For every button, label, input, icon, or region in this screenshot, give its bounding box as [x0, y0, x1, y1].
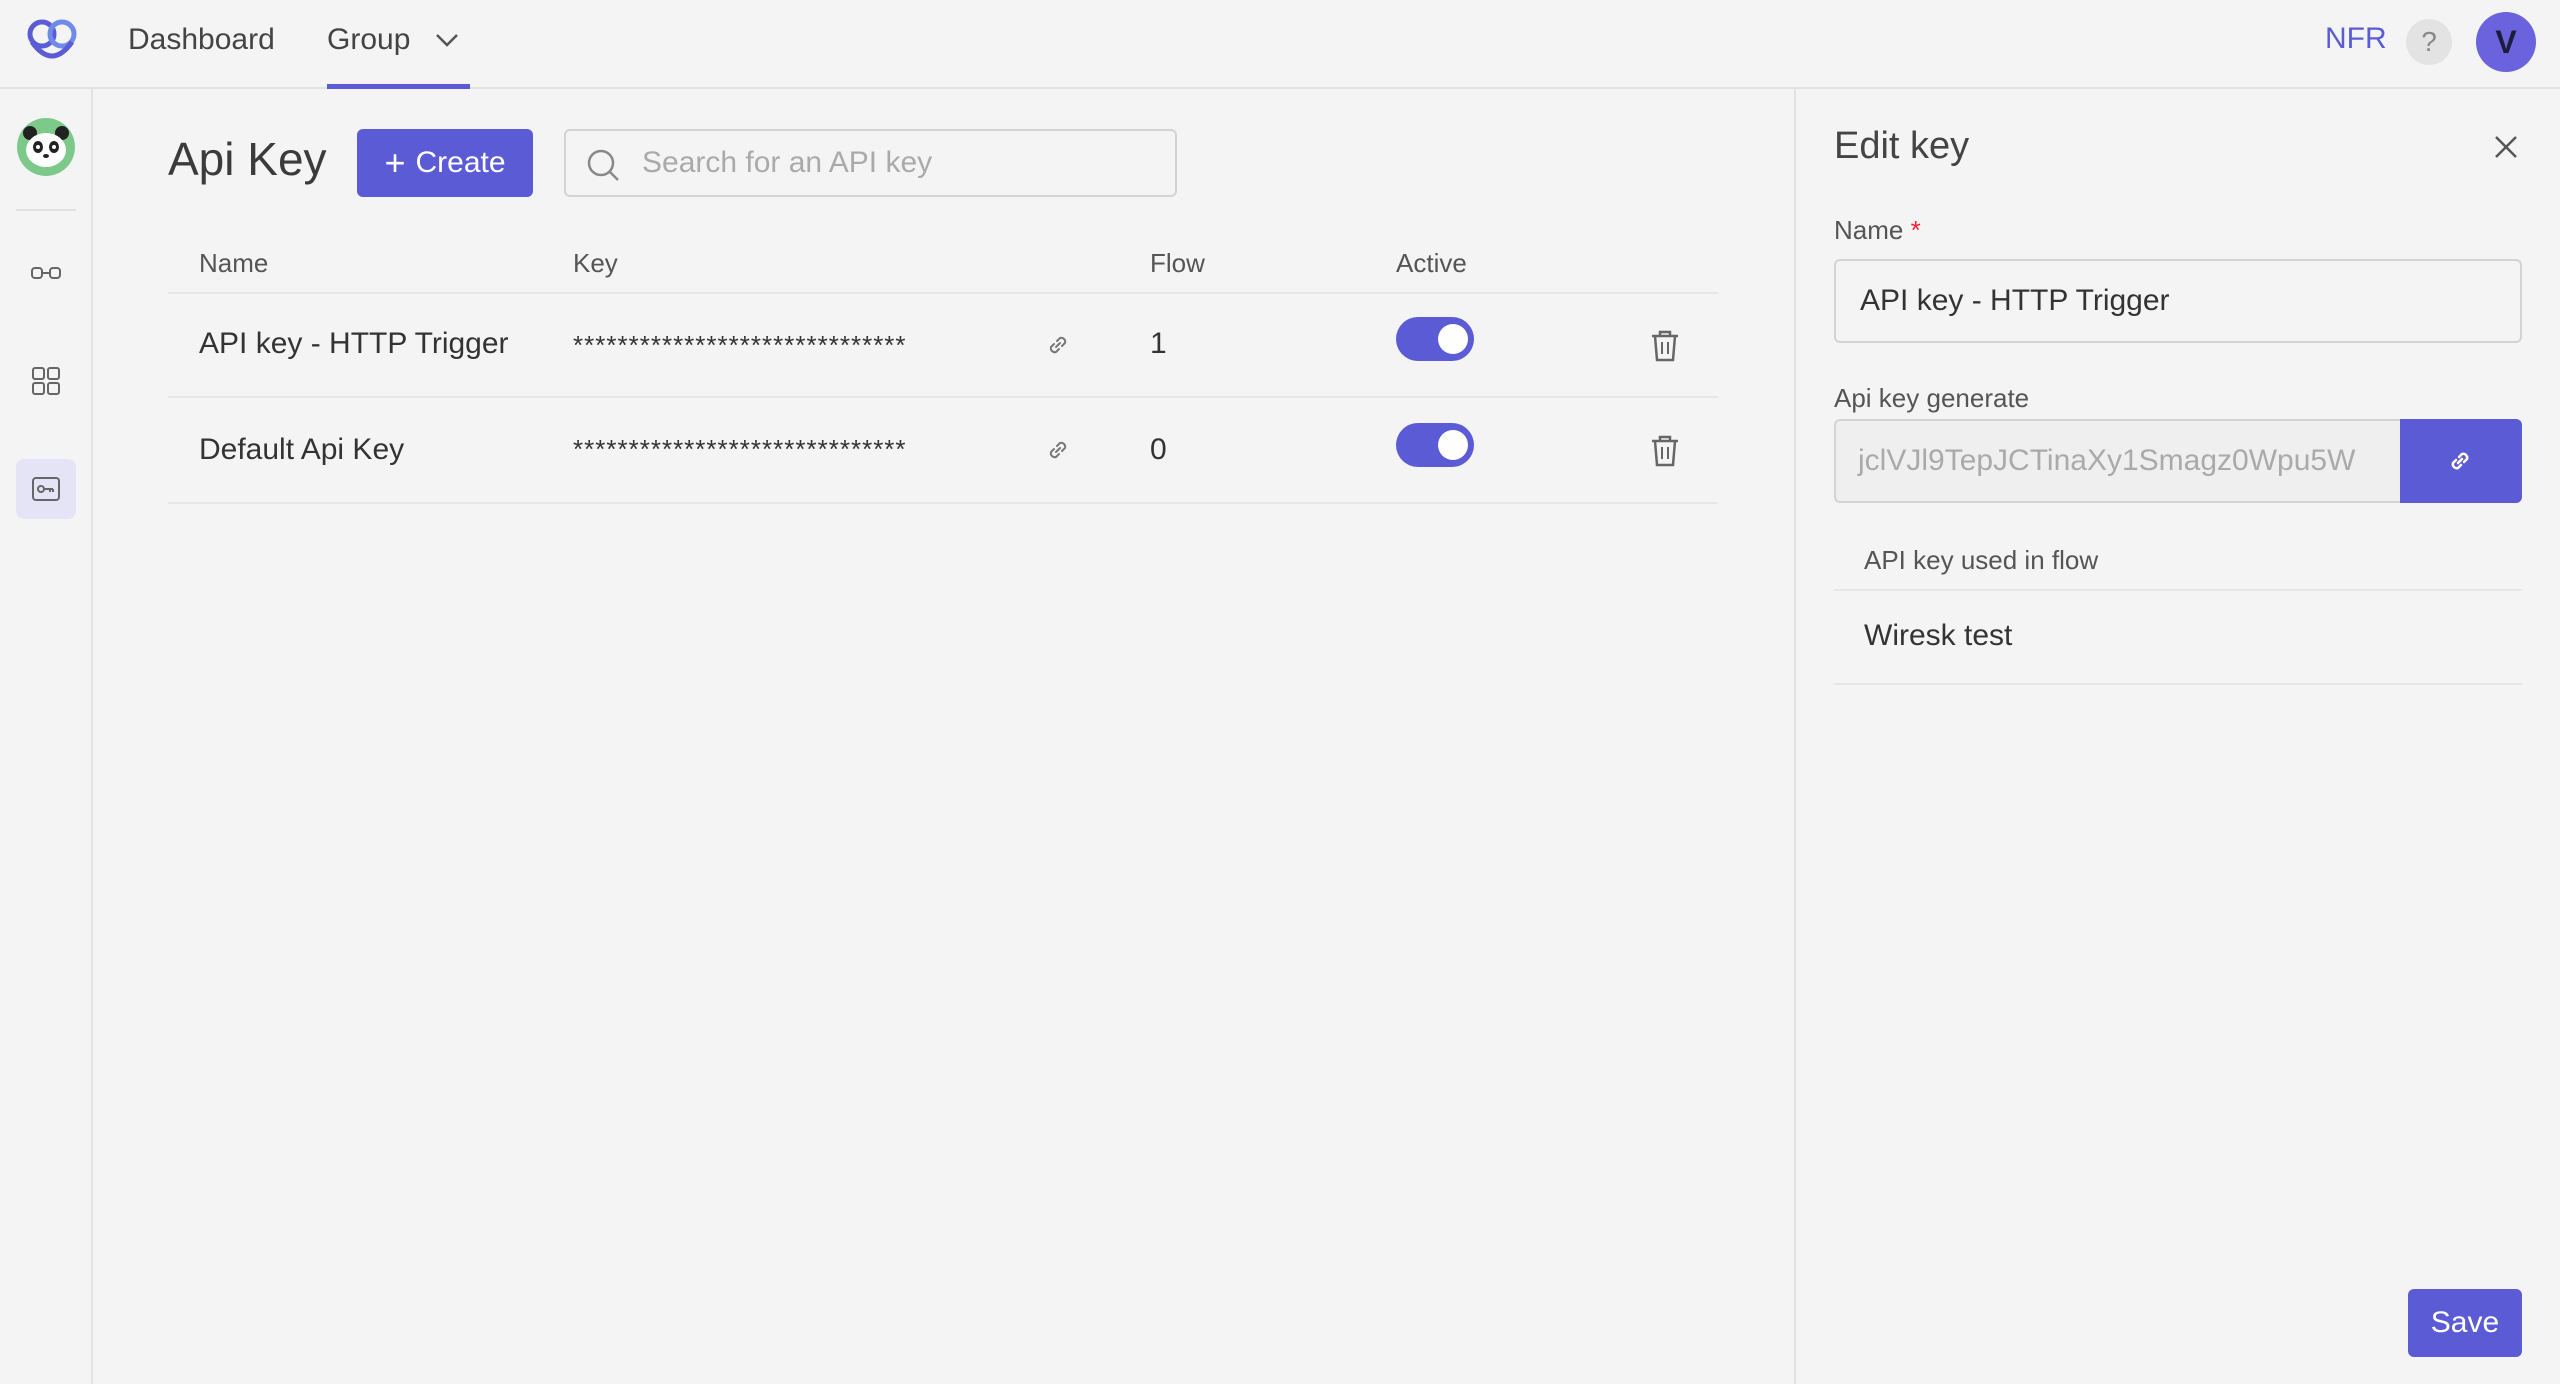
nav-dashboard[interactable]: Dashboard [128, 0, 275, 89]
active-toggle[interactable] [1396, 317, 1474, 361]
page-title: Api Key [168, 133, 327, 185]
used-in-flow-divider [1834, 589, 2522, 591]
row-divider [168, 502, 1718, 504]
row-name[interactable]: API key - HTTP Trigger [199, 327, 509, 361]
active-toggle[interactable] [1396, 423, 1474, 467]
name-field-label: Name * [1834, 215, 1921, 246]
link-icon[interactable] [1044, 436, 1072, 464]
row-name[interactable]: Default Api Key [199, 433, 404, 467]
create-button[interactable]: + Create [357, 129, 533, 197]
chevron-down-icon [435, 34, 458, 47]
org-label[interactable]: NFR [2325, 22, 2387, 56]
search-icon [587, 149, 619, 181]
logo-icon[interactable] [20, 16, 84, 68]
top-bar: Dashboard Group NFR ? V [0, 0, 2560, 89]
row-divider [168, 396, 1718, 398]
save-button[interactable]: Save [2408, 1289, 2522, 1357]
used-in-flow-header: API key used in flow [1864, 545, 2099, 575]
user-avatar[interactable]: V [2476, 12, 2536, 72]
used-in-flow-item[interactable]: Wiresk test [1864, 619, 2012, 653]
used-in-flow-divider [1834, 683, 2522, 685]
row-flow-count: 0 [1150, 433, 1167, 466]
sidebar-item-flows[interactable] [16, 243, 76, 303]
table-header-divider [168, 292, 1718, 294]
column-header-key: Key [573, 248, 618, 278]
active-tab-indicator [327, 84, 470, 89]
generated-key-field: jclVJl9TepJCTinaXy1Smagz0Wpu5W [1834, 419, 2400, 503]
generate-field-label: Api key generate [1834, 383, 2030, 413]
search-box [564, 129, 1177, 197]
link-icon[interactable] [1044, 331, 1072, 359]
sidebar-item-api-keys[interactable] [16, 459, 76, 519]
grid-icon [32, 367, 60, 395]
name-field[interactable] [1834, 259, 2522, 343]
required-mark: * [1910, 215, 1921, 245]
row-key: ****************************** [573, 434, 907, 464]
row-flow-count: 1 [1150, 327, 1167, 360]
link-nodes-icon [31, 267, 61, 279]
panda-avatar-icon[interactable] [16, 117, 76, 177]
name-label-text: Name [1834, 215, 1904, 245]
column-header-active: Active [1396, 248, 1467, 278]
trash-icon[interactable] [1649, 329, 1681, 363]
link-icon [2451, 452, 2469, 470]
help-button[interactable]: ? [2406, 19, 2452, 65]
column-header-flow[interactable]: Flow [1150, 248, 1205, 279]
sidebar-item-apps[interactable] [16, 351, 76, 411]
trash-icon[interactable] [1649, 434, 1681, 468]
row-key: ****************************** [573, 330, 907, 360]
close-icon[interactable] [2492, 133, 2520, 161]
edit-key-panel: Edit key Name * Api key generate jclVJl9… [1794, 89, 2560, 1384]
key-icon [32, 477, 60, 501]
generate-key-button[interactable] [2400, 419, 2522, 503]
nav-group-label: Group [327, 23, 411, 56]
panel-title: Edit key [1834, 125, 1970, 167]
nav-group[interactable]: Group [327, 0, 467, 89]
sidebar-divider [16, 209, 76, 211]
sidebar [0, 89, 93, 1384]
create-button-label: Create [415, 146, 506, 179]
plus-icon: + [384, 142, 406, 183]
column-header-name[interactable]: Name [199, 248, 268, 279]
search-input[interactable] [642, 139, 1162, 187]
